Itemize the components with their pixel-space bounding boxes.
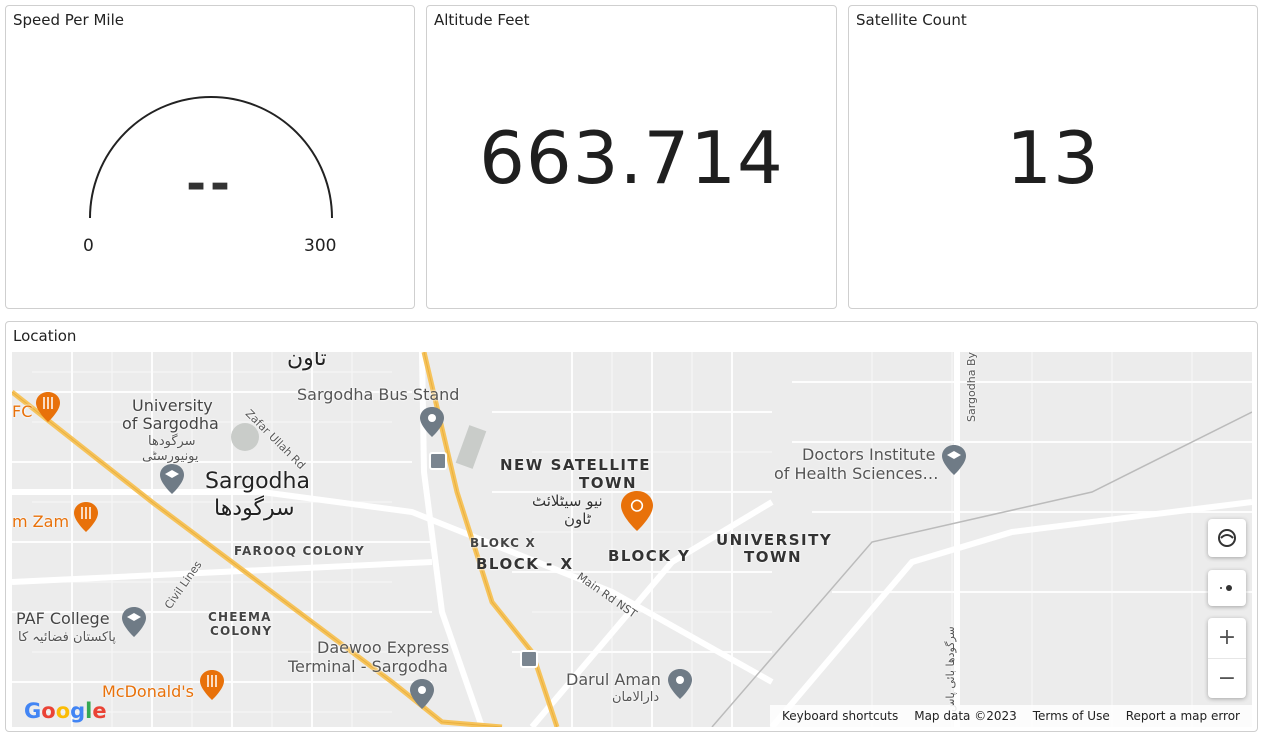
restaurant-pin[interactable]: [74, 502, 98, 532]
zoom-controls: + −: [1208, 618, 1246, 698]
map-label: UNIVERSITY: [716, 531, 833, 549]
speed-value: --: [186, 156, 234, 212]
location-title: Location: [13, 327, 77, 345]
speed-card: Speed Per Mile -- 0 300: [5, 5, 415, 309]
map-label: University: [132, 396, 213, 415]
satellite-card: Satellite Count 13: [848, 5, 1258, 309]
bus-stop-icon[interactable]: [520, 650, 538, 668]
map-footer: Keyboard shortcuts Map data ©2023 Terms …: [769, 705, 1252, 727]
map-label: CHEEMA: [208, 610, 272, 624]
satellite-title: Satellite Count: [856, 11, 967, 29]
satellite-value: 13: [1006, 116, 1100, 200]
my-location-button[interactable]: [1208, 570, 1246, 606]
map-label: BLOCK - X: [476, 555, 574, 573]
altitude-value: 663.714: [479, 116, 784, 200]
paf-college-pin[interactable]: [122, 607, 146, 637]
map-label: of Health Sciences…: [774, 464, 939, 483]
darul-aman-pin[interactable]: [668, 669, 692, 699]
zoom-out-button[interactable]: −: [1208, 659, 1246, 699]
map-label: ٹاون: [564, 510, 592, 528]
street-view-icon: [1218, 529, 1236, 547]
map-label: Sargodha: [205, 469, 310, 494]
gauge-max-label: 300: [304, 236, 337, 256]
university-pin[interactable]: [160, 464, 184, 494]
map-label: Sargodha Bus Stand: [297, 385, 460, 404]
street-view-button[interactable]: [1208, 519, 1246, 557]
map-label: سرگودھا: [214, 496, 295, 521]
keyboard-shortcuts-link[interactable]: Keyboard shortcuts: [782, 709, 898, 723]
map-label: TOWN: [744, 548, 803, 566]
mcdonalds-pin[interactable]: [200, 670, 224, 700]
map-label: تاون: [287, 352, 327, 371]
doctors-institute-pin[interactable]: [942, 445, 966, 475]
map-label: Daewoo Express: [317, 638, 450, 657]
altitude-card: Altitude Feet 663.714: [426, 5, 837, 309]
map-label: FC: [12, 402, 33, 421]
gauge-min-label: 0: [83, 236, 94, 256]
location-card: Location تاون Sargodha Bus Stand FC Univ…: [5, 321, 1258, 732]
map-label: PAF College: [16, 609, 110, 628]
map-label: دارالامان: [612, 690, 660, 705]
current-location-pin[interactable]: [621, 490, 653, 532]
restaurant-pin[interactable]: [36, 392, 60, 422]
map-label: سرگودھا: [148, 434, 196, 449]
map-label: یونیورسٹی: [142, 449, 199, 464]
map[interactable]: تاون Sargodha Bus Stand FC University of…: [12, 352, 1252, 727]
map-label: of Sargodha: [122, 414, 219, 433]
map-label: McDonald's: [102, 682, 194, 701]
map-label: BLOKC X: [470, 536, 536, 550]
map-data-label: Map data ©2023: [914, 709, 1017, 723]
map-label: FAROOQ COLONY: [234, 544, 365, 558]
map-label: Terminal - Sargodha: [288, 657, 448, 676]
map-label: NEW SATELLITE: [500, 456, 651, 474]
zoom-in-button[interactable]: +: [1208, 618, 1246, 659]
map-label: سرگودھا بائی پاس: [944, 626, 957, 712]
map-label: Sargodha Byp: [965, 352, 978, 422]
map-label: نیو سیٹلائٹ: [532, 492, 603, 510]
bus-stop-icon[interactable]: [429, 452, 447, 470]
map-label: m Zam: [12, 512, 70, 531]
map-label: TOWN: [579, 474, 638, 492]
map-label: Doctors Institute: [802, 445, 936, 464]
map-label: Darul Aman: [566, 670, 661, 689]
map-label: COLONY: [210, 624, 273, 638]
terms-link[interactable]: Terms of Use: [1033, 709, 1110, 723]
bus-stand-pin[interactable]: [420, 407, 444, 437]
altitude-title: Altitude Feet: [434, 11, 530, 29]
daewoo-pin[interactable]: [410, 679, 434, 709]
map-label: پاکستان فضائیہ کا: [18, 630, 116, 645]
location-target-icon: [1220, 585, 1232, 591]
map-label: BLOCK Y: [608, 547, 691, 565]
report-error-link[interactable]: Report a map error: [1126, 709, 1240, 723]
google-logo: Google: [24, 699, 107, 723]
